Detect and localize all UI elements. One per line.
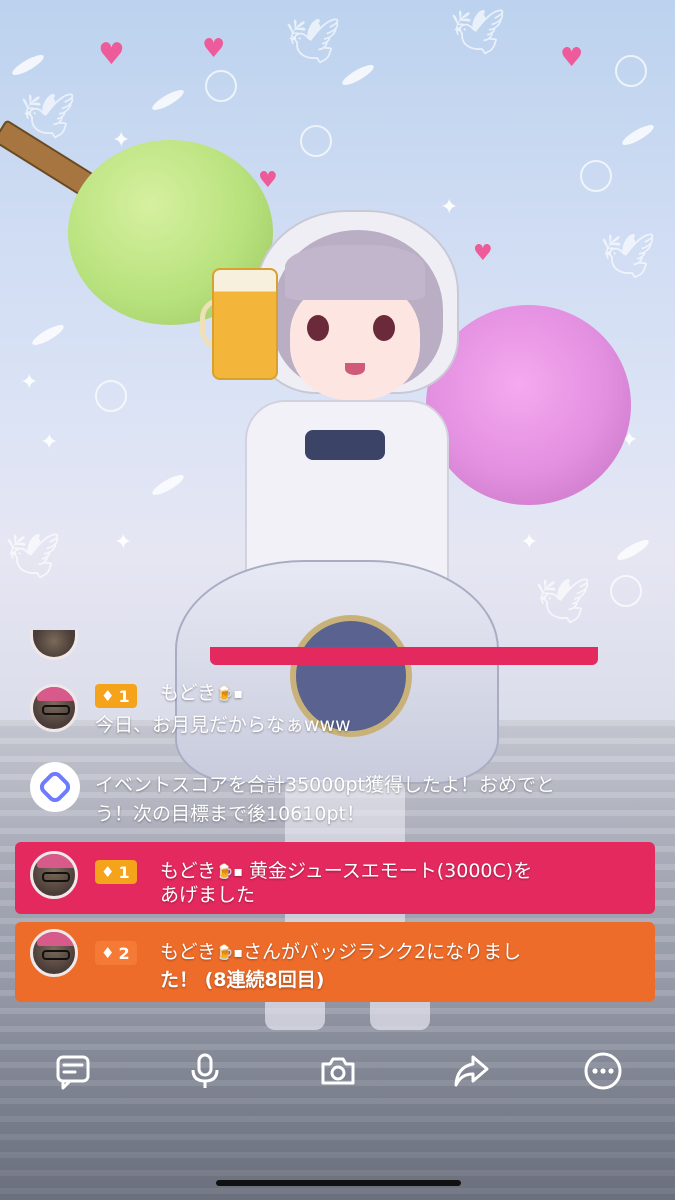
chat-message-text: 今日、お月見だからなぁwww	[95, 714, 351, 736]
microphone-button[interactable]	[180, 1046, 230, 1096]
camera-button[interactable]	[313, 1046, 363, 1096]
gift-message-line2: あげました	[160, 884, 256, 906]
rank-message-line2: た！ (8連続8回目)	[160, 969, 325, 991]
share-icon	[454, 1055, 489, 1087]
user-avatar[interactable]	[30, 851, 78, 899]
badge-rank: ♦ 1	[95, 860, 137, 884]
microphone-icon	[191, 1053, 219, 1088]
system-message-line2: う！次の目標まで後10610pt！	[95, 803, 365, 825]
user-emoji-icon: 🍺▪	[216, 944, 243, 961]
chat-row-partial	[210, 647, 598, 665]
home-indicator[interactable]	[216, 1180, 461, 1186]
system-message-line1: イベントスコアを合計35000pt獲得したよ！おめでと	[95, 774, 555, 796]
badge-rank: ♦ 2	[95, 941, 137, 965]
diamond-icon: ♦	[101, 863, 115, 881]
share-button[interactable]	[446, 1046, 496, 1096]
badge-rank: ♦ 1	[95, 684, 137, 708]
bottom-toolbar	[0, 1036, 675, 1106]
username-text: もどき	[160, 682, 217, 704]
app-logo-icon	[40, 772, 70, 802]
badge-level: 1	[118, 862, 130, 882]
more-icon	[584, 1052, 622, 1090]
chat-overlay: ♦ 1 もどき🍺▪ 今日、お月見だからなぁwww イベントスコアを合計35000…	[0, 0, 675, 1200]
event-system-icon	[30, 762, 80, 812]
comment-icon	[56, 1055, 90, 1090]
camera-icon	[321, 1057, 355, 1085]
comment-button[interactable]	[48, 1046, 98, 1096]
gift-text: 黄金ジュースエモート(3000C)を	[249, 860, 533, 882]
user-avatar[interactable]	[30, 929, 78, 977]
diamond-icon: ♦	[101, 944, 115, 962]
user-emoji-icon: 🍺▪	[216, 685, 243, 702]
badge-level: 2	[118, 943, 130, 963]
username-text: もどき	[160, 860, 217, 882]
badge-level: 1	[118, 686, 130, 706]
user-avatar[interactable]	[30, 630, 78, 660]
chat-username: もどき🍺▪	[160, 679, 243, 708]
rank-text: さんがバッジランク2になりまし	[242, 941, 522, 963]
user-avatar[interactable]	[30, 684, 78, 732]
rank-message-line1: もどき🍺▪さんがバッジランク2になりまし	[160, 938, 521, 967]
username-text: もどき	[160, 941, 217, 963]
diamond-icon: ♦	[101, 687, 115, 705]
more-button[interactable]	[578, 1046, 628, 1096]
